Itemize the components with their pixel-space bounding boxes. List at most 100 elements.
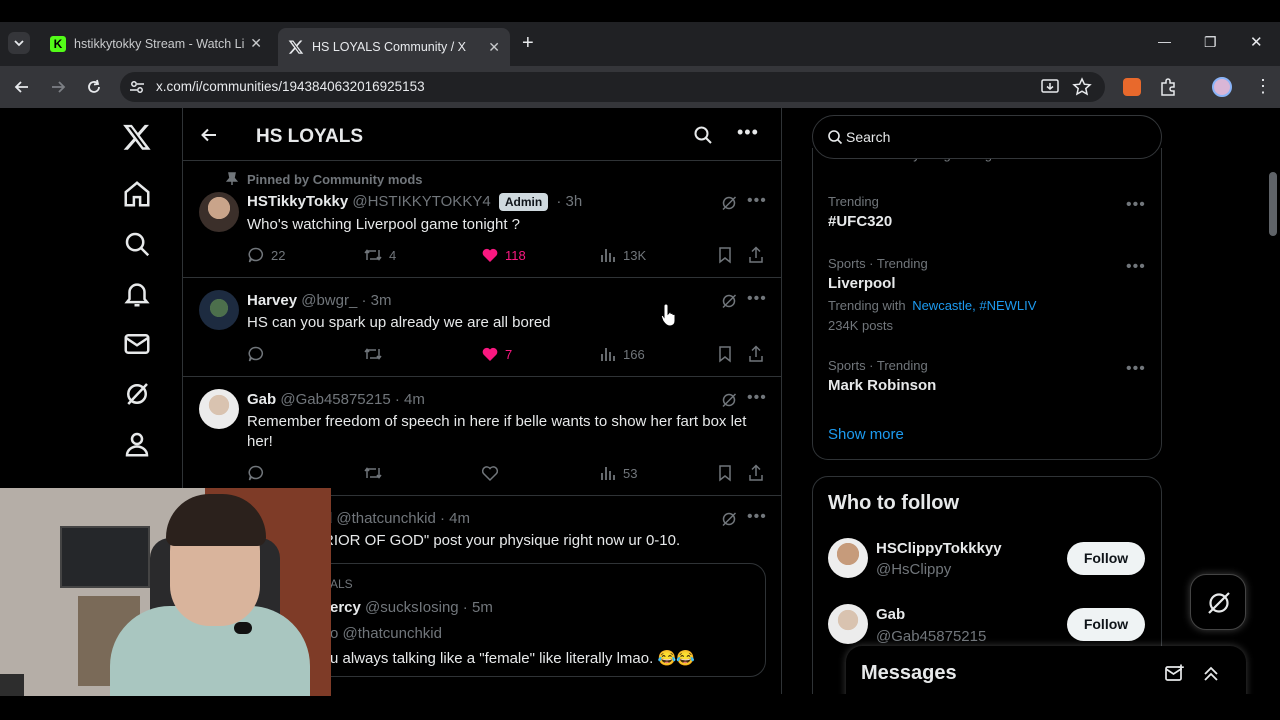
tab-hs-loyals[interactable]: HS LOYALS Community / X ✕ [278, 28, 510, 66]
avatar[interactable] [199, 192, 239, 232]
avatar[interactable] [199, 389, 239, 429]
minimize-button[interactable]: — [1158, 34, 1171, 49]
notifications-bell-icon[interactable] [122, 279, 152, 309]
author-name[interactable]: Harvey [247, 292, 297, 309]
author-handle[interactable]: @thatcunchkid · 4m [336, 510, 470, 527]
author-handle[interactable]: @Gab45875215 · 4m [280, 391, 425, 408]
follow-button[interactable]: Follow [1067, 542, 1145, 575]
grok-floating-button[interactable] [1190, 574, 1246, 630]
new-message-icon[interactable] [1164, 663, 1186, 685]
repost-button[interactable]: 4 [363, 246, 396, 264]
grok-icon[interactable] [122, 379, 152, 409]
extensions-puzzle-icon[interactable] [1158, 77, 1178, 97]
views-button[interactable]: 53 [599, 464, 637, 482]
author-handle[interactable]: @bwgr_ · 3m [301, 292, 391, 309]
install-app-icon[interactable] [1040, 77, 1060, 97]
profile-icon[interactable] [122, 429, 152, 459]
expand-chevrons-icon[interactable] [1200, 663, 1222, 685]
grok-icon[interactable] [720, 391, 738, 409]
back-arrow-icon[interactable] [12, 77, 32, 97]
browser-menu-icon[interactable]: ⋮ [1254, 76, 1272, 96]
post-more-icon[interactable]: ••• [747, 508, 767, 526]
messages-drawer-title: Messages [861, 662, 957, 684]
author-name[interactable]: HSTikkyTokky [247, 193, 348, 210]
share-icon[interactable] [747, 464, 765, 482]
suggested-user-handle[interactable]: @Gab45875215 [876, 628, 986, 645]
bookmark-icon[interactable] [716, 246, 734, 264]
repost-button[interactable] [363, 345, 383, 363]
url-text[interactable]: x.com/i/communities/1943840632016925153 [156, 79, 425, 94]
reply-button[interactable] [247, 345, 265, 363]
suggested-user-name[interactable]: HSClippyTokkkyy [876, 540, 1002, 557]
scrollbar-thumb[interactable] [1269, 172, 1277, 236]
restore-button[interactable]: ❐ [1204, 34, 1217, 51]
post-more-icon[interactable]: ••• [747, 290, 767, 308]
post-pinned[interactable]: Pinned by Community mods HSTikkyTokky @H… [183, 162, 781, 278]
grok-icon[interactable] [720, 194, 738, 212]
post-more-icon[interactable]: ••• [747, 389, 767, 407]
trend-name[interactable]: Liverpool [828, 275, 896, 292]
kick-icon: K [50, 35, 66, 52]
trend-name[interactable]: #UFC320 [828, 213, 892, 230]
like-button[interactable]: 7 [481, 345, 512, 363]
more-options-icon[interactable]: ••• [737, 122, 759, 143]
home-icon[interactable] [122, 179, 152, 209]
views-button[interactable]: 13K [599, 246, 646, 264]
x-logo-icon[interactable] [122, 122, 152, 152]
forward-arrow-icon[interactable] [48, 77, 68, 97]
messages-drawer[interactable]: Messages [846, 646, 1246, 694]
bookmark-icon[interactable] [716, 464, 734, 482]
extension-fox-icon[interactable] [1123, 78, 1141, 96]
like-button[interactable] [481, 464, 499, 482]
bookmark-star-icon[interactable] [1072, 77, 1092, 97]
search-icon[interactable] [693, 125, 713, 145]
avatar[interactable] [828, 604, 868, 644]
explore-search-icon[interactable] [122, 229, 152, 259]
grok-icon[interactable] [720, 292, 738, 310]
messages-mail-icon[interactable] [122, 329, 152, 359]
suggested-user-name[interactable]: Gab [876, 606, 905, 623]
reload-icon[interactable] [84, 77, 104, 97]
trending-with-links[interactable]: Newcastle, #NEWLIV [912, 298, 1036, 313]
hand-cursor-icon [660, 303, 676, 327]
views-button[interactable]: 166 [599, 345, 645, 363]
trend-more-icon[interactable]: ••• [1126, 360, 1146, 378]
like-button[interactable]: 118 [481, 246, 526, 264]
trending-with-label: Trending with [828, 298, 906, 313]
tab-search-dropdown[interactable] [8, 32, 30, 54]
trend-name[interactable]: Mark Robinson [828, 377, 936, 394]
close-tab-icon[interactable]: ✕ [250, 35, 262, 52]
share-icon[interactable] [747, 345, 765, 363]
trend-more-icon[interactable]: ••• [1126, 258, 1146, 276]
new-tab-button[interactable]: + [522, 32, 534, 55]
avatar[interactable] [828, 538, 868, 578]
author-handle[interactable]: @HSTIKKYTOKKY4 [352, 193, 490, 210]
reply-button[interactable]: 22 [247, 246, 285, 264]
quoted-header: ercy @sucksIosing · 5m [330, 599, 493, 616]
share-icon[interactable] [747, 246, 765, 264]
close-tab-icon[interactable]: ✕ [488, 39, 500, 56]
search-input[interactable]: Search [812, 115, 1162, 159]
avatar[interactable] [199, 290, 239, 330]
profile-avatar[interactable] [1212, 77, 1232, 97]
bookmark-icon[interactable] [716, 345, 734, 363]
quoted-author-handle: @sucksIosing · 5m [365, 599, 493, 616]
author-name[interactable]: Gab [247, 391, 276, 408]
repost-button[interactable] [363, 464, 383, 482]
grok-icon[interactable] [720, 510, 738, 528]
post-more-icon[interactable]: ••• [747, 192, 767, 210]
quoted-community: ALS [330, 577, 353, 591]
site-info-icon[interactable] [128, 78, 146, 96]
show-more-link[interactable]: Show more [828, 426, 904, 443]
post[interactable]: Gab @Gab45875215 · 4m Remember freedom o… [183, 377, 781, 496]
trend-more-icon[interactable]: ••• [1126, 196, 1146, 214]
suggested-user-handle[interactable]: @HsClippy [876, 561, 951, 578]
reply-button[interactable] [247, 464, 265, 482]
post[interactable]: Harvey @bwgr_ · 3m HS can you spark up a… [183, 278, 781, 377]
trend-context: Trending with Newcastle, #NEWLIV [828, 298, 1036, 313]
back-arrow-icon[interactable] [199, 125, 219, 145]
tab-kick-stream[interactable]: K hstikkytokky Stream - Watch Live ✕ [40, 28, 272, 59]
post-time[interactable]: · 3h [556, 193, 582, 210]
follow-button[interactable]: Follow [1067, 608, 1145, 641]
close-window-button[interactable]: ✕ [1250, 33, 1263, 51]
